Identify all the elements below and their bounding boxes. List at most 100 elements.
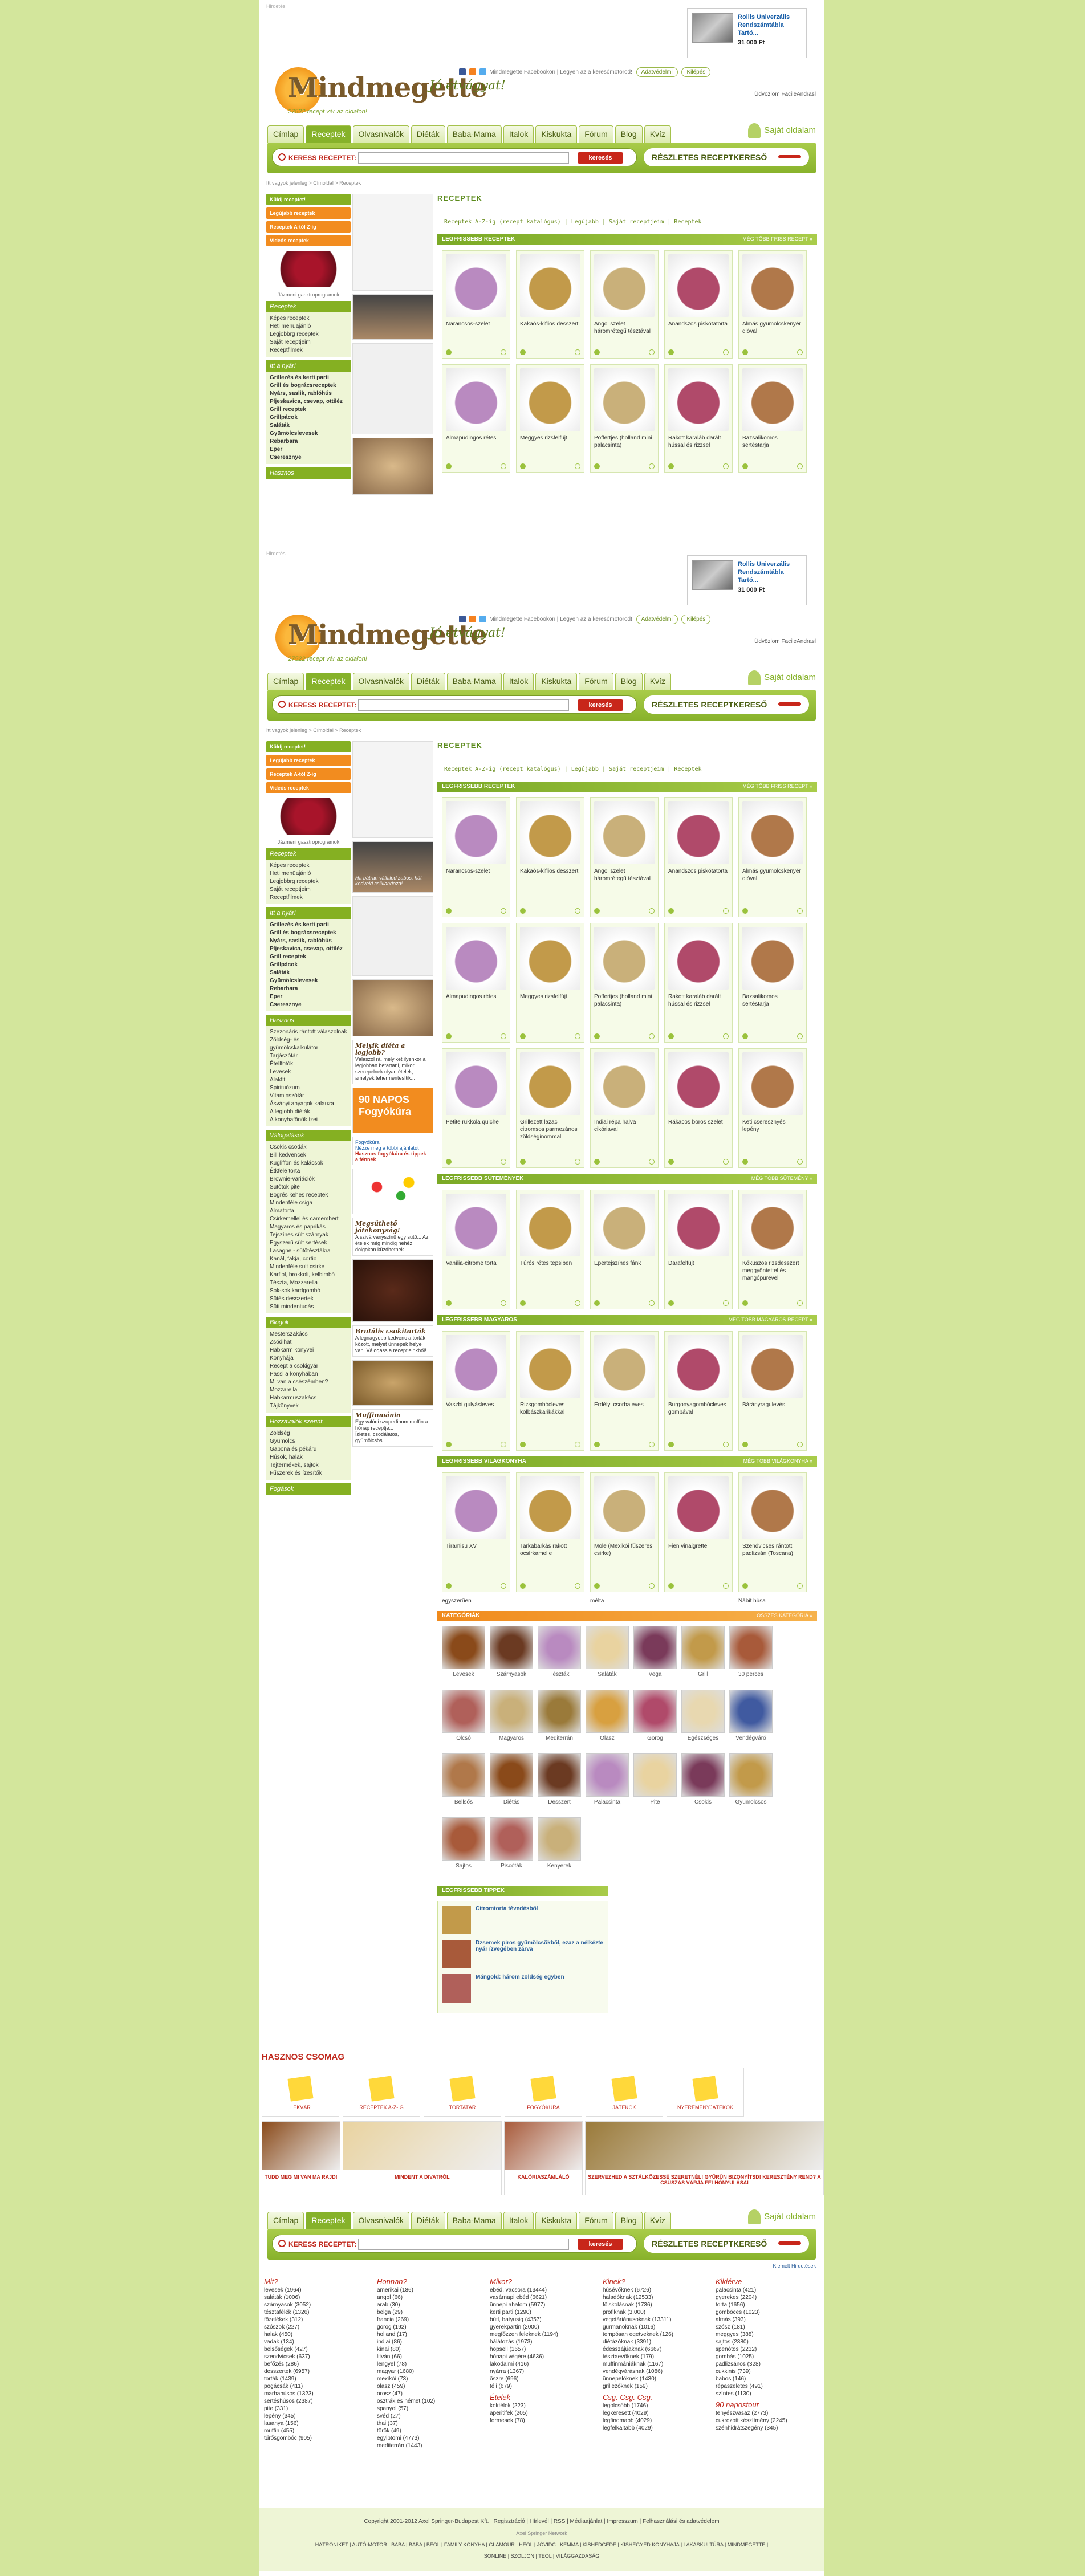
tab-kiskukta[interactable]: Kiskukta (535, 673, 578, 690)
recipe-name[interactable]: Bárányragulevés (739, 1401, 806, 1409)
directory-link[interactable]: ünnepi ahalom (5977) (490, 2301, 594, 2309)
left-link[interactable]: Lasagne - sütőtésztákra (270, 1247, 347, 1255)
category-label[interactable]: Csokis (681, 1799, 725, 1805)
directory-link[interactable]: torta (1656) (716, 2301, 819, 2309)
directory-link[interactable]: litván (66) (377, 2353, 481, 2361)
network-links[interactable]: HÁTRONIKET | AUTÓ-MOTOR | BABA | BABA | … (259, 2539, 824, 2562)
left-link[interactable]: Almatorta (270, 1207, 347, 1215)
directory-link[interactable]: téli (679) (490, 2383, 594, 2390)
left-link[interactable]: Étellfotók (270, 1060, 347, 1068)
newest-recipes-button[interactable]: Legújabb receptek (266, 755, 351, 766)
left-link[interactable]: Grillpácok (270, 961, 347, 969)
recipe-photo[interactable] (446, 927, 506, 990)
directory-link[interactable]: meggyes (388) (716, 2331, 819, 2338)
directory-link[interactable]: hopsell (1657) (490, 2346, 594, 2353)
directory-link[interactable]: babos (146) (716, 2375, 819, 2383)
tab-blog[interactable]: Blog (615, 673, 643, 690)
directory-link[interactable]: lasanya (156) (264, 2420, 368, 2427)
left-link[interactable]: Grillezés és kerti parti (270, 921, 347, 929)
category-photo[interactable] (681, 1690, 725, 1733)
favorite-icon[interactable] (649, 1159, 655, 1165)
directory-link[interactable]: gombóces (1023) (716, 2309, 819, 2316)
recipe-name[interactable]: Angol szelet háromrétegű tésztával (591, 320, 658, 335)
category-item[interactable]: Palacsinta (586, 1753, 629, 1813)
newest-recipes-button[interactable]: Legújabb receptek (266, 207, 351, 219)
directory-link[interactable]: grillezőknek (159) (603, 2383, 706, 2390)
category-label[interactable]: Piscóták (490, 1863, 533, 1869)
favorite-icon[interactable] (575, 1159, 580, 1165)
cherries-photo[interactable] (266, 798, 351, 835)
directory-link[interactable]: osztrák és német (102) (377, 2398, 481, 2405)
recipe-photo[interactable] (668, 1194, 729, 1256)
recipe-name[interactable]: Almapudingos rétes (442, 434, 510, 442)
recipe-card[interactable]: Almapudingos rétes (442, 364, 510, 473)
directory-link[interactable]: édesszájúaknak (6667) (603, 2346, 706, 2353)
recipe-card[interactable]: Burgonyagombócleves gombával (664, 1331, 733, 1451)
left-link[interactable]: Rebarbara (270, 985, 347, 993)
category-item[interactable]: Diétás (490, 1753, 533, 1813)
tab-kviz[interactable]: Kvíz (644, 673, 671, 690)
directory-link[interactable]: koktélok (223) (490, 2402, 594, 2410)
recipe-photo[interactable] (668, 1476, 729, 1539)
left-link[interactable]: A legjobb diéták (270, 1108, 347, 1116)
recipe-photo[interactable] (668, 368, 729, 431)
category-photo[interactable] (586, 1753, 629, 1797)
directory-link[interactable]: pite (331) (264, 2405, 368, 2412)
left-link[interactable]: Grill receptek (270, 953, 347, 961)
category-photo[interactable] (633, 1753, 677, 1797)
directory-link[interactable]: szénhidrátszegény (345) (716, 2424, 819, 2432)
recipe-photo[interactable] (594, 1476, 655, 1539)
favorite-icon[interactable] (723, 1583, 729, 1589)
recipe-card[interactable]: Angol szelet háromrétegű tésztával (590, 250, 659, 359)
promo-box[interactable] (352, 194, 433, 291)
newest-more-link[interactable]: MÉG TÖBB FRISS RECEPT » (742, 783, 812, 789)
category-item[interactable]: Gyümölcsös (729, 1753, 773, 1813)
favorite-icon[interactable] (575, 908, 580, 914)
tip-item[interactable]: Mángold: három zöldség egyben (442, 1974, 603, 2003)
directory-link[interactable]: svéd (27) (377, 2412, 481, 2420)
left-link[interactable]: Étkfelé torta (270, 1167, 347, 1175)
left-link[interactable]: Pljeskavica, csevap, ottiléz (270, 945, 347, 953)
directory-link[interactable]: halak (450) (264, 2331, 368, 2338)
left-link[interactable]: Mozzarella (270, 1386, 347, 1394)
recipe-name[interactable]: Vaszbi gulyásleves (442, 1401, 510, 1409)
left-link[interactable]: Habkarmuszakács (270, 1394, 347, 1402)
useful-label[interactable]: FOGYÓKÚRA (505, 2105, 582, 2110)
recipe-photo[interactable] (742, 1476, 803, 1539)
site-logo[interactable]: Mindmegette 27522 recept vár az oldalon! (275, 609, 487, 669)
directory-link[interactable]: spanyol (57) (377, 2405, 481, 2412)
directory-link[interactable]: legfelkaltabb (4029) (603, 2424, 706, 2432)
recipe-name[interactable]: Poffertjes (holland mini palacsinta) (591, 993, 658, 1008)
recipe-photo[interactable] (520, 1476, 580, 1539)
category-item[interactable]: Kenyerek (538, 1817, 581, 1877)
favorite-icon[interactable] (797, 463, 803, 469)
directory-link[interactable]: pogácsák (411) (264, 2383, 368, 2390)
left-link[interactable]: Magyaros és paprikás (270, 1223, 347, 1231)
left-link[interactable]: Grillpácok (270, 414, 298, 421)
directory-link[interactable]: vendégvárásnak (1086) (603, 2368, 706, 2375)
favorite-icon[interactable] (797, 908, 803, 914)
directory-link[interactable]: legfinomabb (4029) (603, 2417, 706, 2424)
useful-item[interactable]: RECEPTEK A-Z-IG (343, 2068, 420, 2117)
left-link[interactable]: Receptfilmek (270, 347, 347, 355)
useful-label[interactable]: LEKVÁR (262, 2105, 339, 2110)
category-photo[interactable] (633, 1626, 677, 1669)
recipe-card[interactable]: Narancsos-szelet (442, 250, 510, 359)
directory-link[interactable]: nyárra (1367) (490, 2368, 594, 2375)
banner-label[interactable]: SZERVEZHED A SZTÁLKÖZESSÉ SZERETNÉL! GYŰ… (586, 2174, 823, 2186)
favorite-icon[interactable] (649, 908, 655, 914)
like-text[interactable]: Legyen az a keresőmotorod! (560, 69, 632, 75)
category-item[interactable]: Csokis (681, 1753, 725, 1813)
recipe-name[interactable]: Darafelfújt (665, 1260, 732, 1267)
favorite-icon[interactable] (649, 1033, 655, 1039)
favorite-icon[interactable] (501, 349, 506, 355)
directory-link[interactable]: egyiptomi (4773) (377, 2435, 481, 2442)
directory-link[interactable]: színtes (1130) (716, 2390, 819, 2398)
directory-link[interactable]: kínai (80) (377, 2346, 481, 2353)
favorite-icon[interactable] (501, 908, 506, 914)
directory-link[interactable]: mexikói (73) (377, 2375, 481, 2383)
recipe-card[interactable]: Kakaós-kifliös desszert (516, 250, 584, 359)
recipe-card[interactable]: Meggyes rizsfelfújt (516, 364, 584, 473)
left-link[interactable]: Tarjászótár (270, 1052, 347, 1060)
category-item[interactable]: Vega (633, 1626, 677, 1685)
